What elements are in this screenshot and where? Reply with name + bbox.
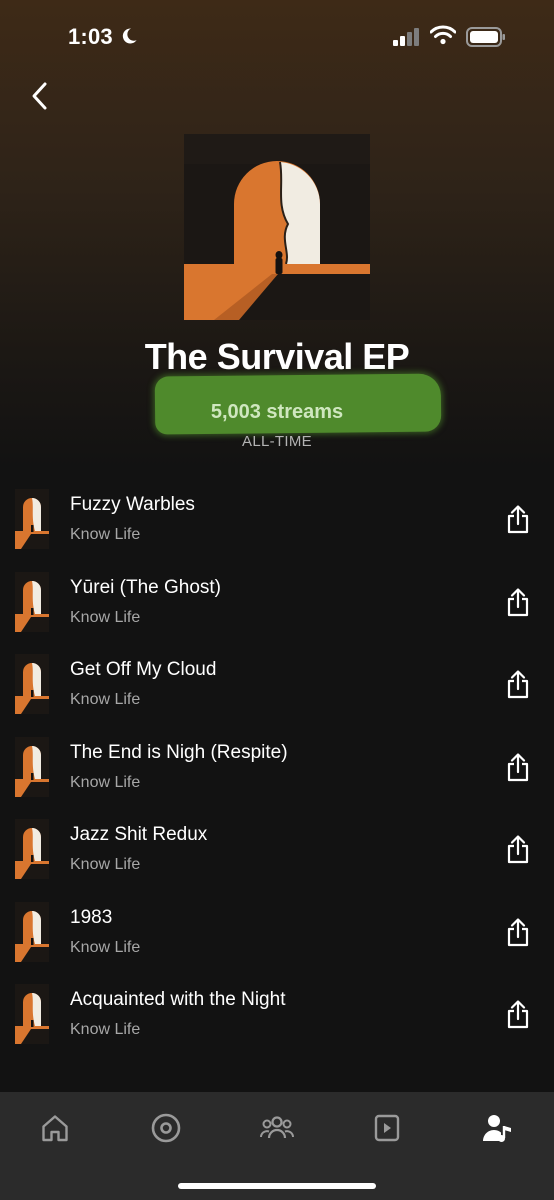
share-icon	[507, 587, 529, 616]
track-artist: Know Life	[70, 1021, 141, 1038]
share-button[interactable]	[504, 585, 532, 619]
music-disc-icon	[151, 1113, 181, 1143]
track-thumbnail	[15, 571, 49, 632]
track-artist: Know Life	[70, 691, 141, 708]
track-row[interactable]: Yūrei (The Ghost) Know Life	[0, 571, 554, 654]
ep-title: The Survival EP	[144, 336, 410, 377]
track-title: Jazz Shit Redux	[70, 824, 208, 845]
track-list: Fuzzy Warbles Know Life Yūrei (The Ghost…	[0, 488, 554, 1066]
signal-icon	[393, 28, 419, 46]
share-icon	[507, 917, 529, 946]
share-button[interactable]	[504, 667, 532, 701]
track-title: Fuzzy Warbles	[70, 494, 195, 515]
track-row[interactable]: Jazz Shit Redux Know Life	[0, 818, 554, 901]
track-title: Acquainted with the Night	[70, 989, 286, 1010]
artist-profile-icon	[483, 1115, 511, 1142]
track-title: The End is Nigh (Respite)	[70, 741, 288, 763]
video-icon	[374, 1114, 400, 1142]
share-icon	[507, 670, 529, 699]
share-icon	[507, 505, 529, 534]
share-button[interactable]	[504, 997, 532, 1031]
track-artist: Know Life	[70, 526, 141, 543]
share-button[interactable]	[504, 502, 532, 536]
share-icon	[507, 835, 529, 864]
chevron-left-icon	[32, 82, 47, 110]
track-title: Yūrei (The Ghost)	[70, 576, 221, 598]
period-label: ALL-TIME	[242, 433, 312, 450]
track-row[interactable]: The End is Nigh (Respite) Know Life	[0, 736, 554, 819]
back-button[interactable]	[22, 78, 58, 114]
audience-icon	[260, 1116, 294, 1139]
status-time: 1:03	[68, 24, 113, 49]
nav-audience[interactable]	[257, 1108, 297, 1148]
status-bar: 1:03	[0, 0, 554, 76]
track-thumbnail	[15, 736, 49, 797]
nav-profile[interactable]	[478, 1108, 518, 1148]
track-row[interactable]: Acquainted with the Night Know Life	[0, 983, 554, 1066]
home-indicator	[178, 1183, 376, 1189]
track-title: Get Off My Cloud	[70, 659, 217, 680]
home-icon	[42, 1115, 68, 1142]
share-button[interactable]	[504, 750, 532, 784]
nav-video[interactable]	[367, 1108, 407, 1148]
nav-home[interactable]	[35, 1108, 75, 1148]
share-button[interactable]	[504, 832, 532, 866]
track-thumbnail	[15, 819, 49, 879]
track-title: 1983	[70, 906, 113, 928]
track-row[interactable]: Get Off My Cloud Know Life	[0, 653, 554, 736]
track-thumbnail	[15, 654, 49, 714]
share-icon	[507, 752, 529, 781]
album-cover	[184, 134, 370, 320]
share-icon	[507, 1000, 529, 1029]
track-thumbnail	[15, 489, 49, 549]
track-row[interactable]: Fuzzy Warbles Know Life	[0, 488, 554, 571]
wifi-icon	[430, 25, 456, 45]
track-thumbnail	[15, 984, 49, 1044]
track-thumbnail	[15, 901, 49, 962]
track-artist: Know Life	[70, 856, 141, 873]
track-artist: Know Life	[70, 938, 141, 956]
streams-count: 5,003 streams	[210, 401, 344, 423]
nav-music[interactable]	[146, 1108, 186, 1148]
track-artist: Know Life	[70, 608, 141, 626]
track-artist: Know Life	[70, 773, 141, 791]
share-button[interactable]	[504, 915, 532, 949]
moon-icon	[122, 28, 137, 44]
track-row[interactable]: 1983 Know Life	[0, 901, 554, 984]
battery-icon	[466, 27, 505, 47]
